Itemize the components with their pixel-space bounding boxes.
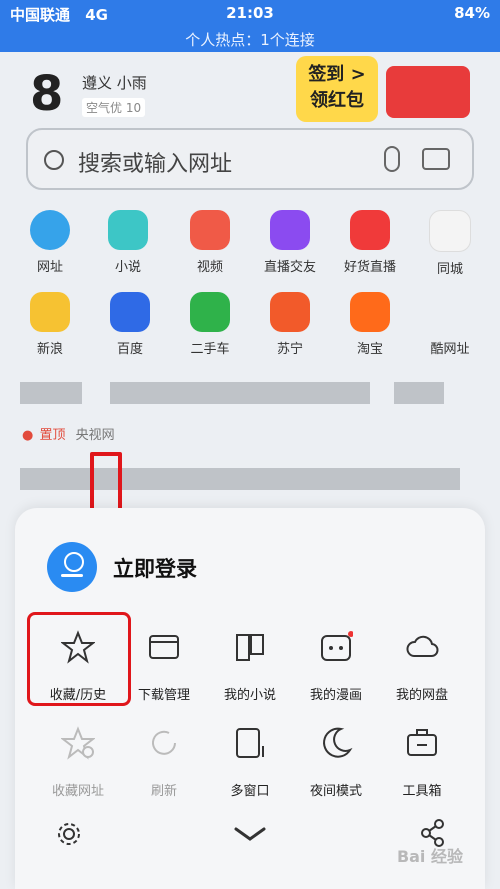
search-input[interactable]: 搜索或输入网址 — [78, 146, 232, 178]
status-time: 21:03 — [226, 4, 274, 22]
watermark: Bai 经验 — [396, 847, 463, 866]
menu-label: 夜间模式 — [309, 784, 362, 799]
app-label: 淘宝 — [356, 342, 383, 357]
pinned-row[interactable]: ● 置顶 央视网 — [22, 424, 115, 443]
lion-icon — [270, 292, 310, 332]
paw-icon — [110, 292, 150, 332]
live-icon — [270, 210, 310, 250]
battery-level: 84% — [454, 4, 490, 22]
user-icon-base — [61, 574, 83, 577]
melon-icon — [190, 292, 230, 332]
app-shipin[interactable]: 视频 — [170, 210, 250, 275]
app-label: 好货直播 — [343, 260, 396, 275]
menu-item-my-novels[interactable]: 我的小说 — [203, 618, 297, 703]
menu-label: 我的网盘 — [395, 688, 448, 703]
menu-label: 收藏/历史 — [49, 688, 107, 703]
app-baidu[interactable]: 百度 — [90, 292, 170, 357]
menu-item-multi-window[interactable]: 多窗口 — [203, 714, 297, 799]
status-bar: 中国联通 4G 21:03 84% — [0, 0, 500, 28]
book-icon — [236, 634, 264, 661]
app-kuwangzhi[interactable]: 酷网址 — [410, 292, 490, 357]
app-label: 小说 — [114, 260, 141, 275]
menu-item-my-cloud[interactable]: 我的网盘 — [375, 618, 469, 703]
weibo-icon — [30, 292, 70, 332]
avatar[interactable] — [47, 542, 97, 592]
mosaic-block — [394, 382, 444, 404]
toolbox-icon — [407, 729, 437, 756]
camera-icon[interactable] — [422, 148, 450, 170]
comic-face-icon — [321, 631, 353, 661]
chevron-down-icon[interactable] — [233, 826, 267, 842]
star-icon — [61, 630, 95, 664]
app-wangzhi[interactable]: 网址 — [10, 210, 90, 275]
cloud-icon — [406, 635, 439, 657]
menu-label: 下载管理 — [137, 688, 190, 703]
menu-label: 收藏网址 — [51, 784, 104, 799]
promo-tag: 签到 > 领红包 — [296, 56, 378, 122]
menu-label: 我的小说 — [223, 688, 276, 703]
58-icon — [429, 210, 471, 252]
app-ershouche[interactable]: 二手车 — [170, 292, 250, 357]
menu-label: 工具箱 — [402, 784, 442, 799]
pinned-tag: 置顶 — [39, 428, 66, 443]
app-label: 网址 — [36, 260, 63, 275]
mosaic-block — [110, 382, 370, 404]
user-icon — [64, 552, 84, 572]
login-label[interactable]: 立即登录 — [113, 553, 197, 583]
search-bar[interactable]: 搜索或输入网址 — [26, 128, 474, 190]
pin-icon: ● — [22, 428, 34, 443]
pinned-source: 央视网 — [75, 428, 115, 443]
menu-label: 我的漫画 — [309, 688, 362, 703]
taobao-icon — [350, 292, 390, 332]
app-label: 同城 — [436, 262, 463, 277]
red-envelope-icon — [386, 66, 470, 118]
menu-item-toolbox[interactable]: 工具箱 — [375, 714, 469, 799]
hotspot-banner[interactable]: 个人热点：1个连接 — [0, 28, 500, 52]
promo-line1: 签到 > — [308, 64, 366, 85]
menu-item-refresh[interactable]: 刷新 — [117, 714, 211, 799]
menu-item-favorites-history[interactable]: 收藏/历史 — [31, 618, 125, 703]
menu-item-my-comics[interactable]: 我的漫画 — [289, 618, 383, 703]
tv-icon — [350, 210, 390, 250]
checkin-promo[interactable]: 签到 > 领红包 — [296, 56, 476, 126]
weather-temp[interactable]: 8 — [30, 66, 63, 122]
menu-item-bookmark-site[interactable]: 收藏网址 — [31, 714, 125, 799]
gear-icon[interactable] — [55, 820, 83, 848]
menu-item-downloads[interactable]: 下载管理 — [117, 618, 211, 703]
app-suning[interactable]: 苏宁 — [250, 292, 330, 357]
app-taobao[interactable]: 淘宝 — [330, 292, 410, 357]
app-haohuozhibo[interactable]: 好货直播 — [330, 210, 410, 275]
menu-item-night-mode[interactable]: 夜间模式 — [289, 714, 383, 799]
menu-sheet: 立即登录 收藏/历史 下载管理 我的小说 我的漫画 我的网盘 收藏网址 刷新 多… — [15, 508, 485, 889]
book-icon — [108, 210, 148, 250]
app-xiaoshuo[interactable]: 小说 — [88, 210, 168, 275]
app-label: 酷网址 — [430, 342, 470, 357]
video-icon — [190, 210, 230, 250]
search-icon — [44, 150, 64, 170]
download-manager-icon — [149, 635, 179, 659]
air-quality-badge: 空气优 10 — [82, 98, 146, 117]
weather-location[interactable]: 遵义 小雨 — [82, 72, 147, 93]
promo-line2: 领红包 — [310, 90, 364, 111]
window-icon — [236, 728, 264, 758]
app-xinlang[interactable]: 新浪 — [10, 292, 90, 357]
app-label: 二手车 — [190, 342, 230, 357]
app-label: 直播交友 — [263, 260, 316, 275]
globe-icon — [30, 210, 70, 250]
mosaic-block — [20, 382, 82, 404]
app-label: 视频 — [196, 260, 223, 275]
refresh-icon — [152, 730, 176, 755]
menu-label: 多窗口 — [230, 784, 270, 799]
app-label: 百度 — [116, 342, 143, 357]
app-tongcheng[interactable]: 同城 — [410, 210, 490, 277]
menu-label: 刷新 — [150, 784, 177, 799]
app-label: 新浪 — [36, 342, 63, 357]
more-dots-icon — [430, 292, 470, 332]
moon-icon — [323, 727, 353, 758]
star-plus-icon — [61, 726, 95, 760]
app-zhibojiaoyou[interactable]: 直播交友 — [250, 210, 330, 275]
app-label: 苏宁 — [276, 342, 303, 357]
microphone-icon[interactable] — [384, 146, 400, 172]
